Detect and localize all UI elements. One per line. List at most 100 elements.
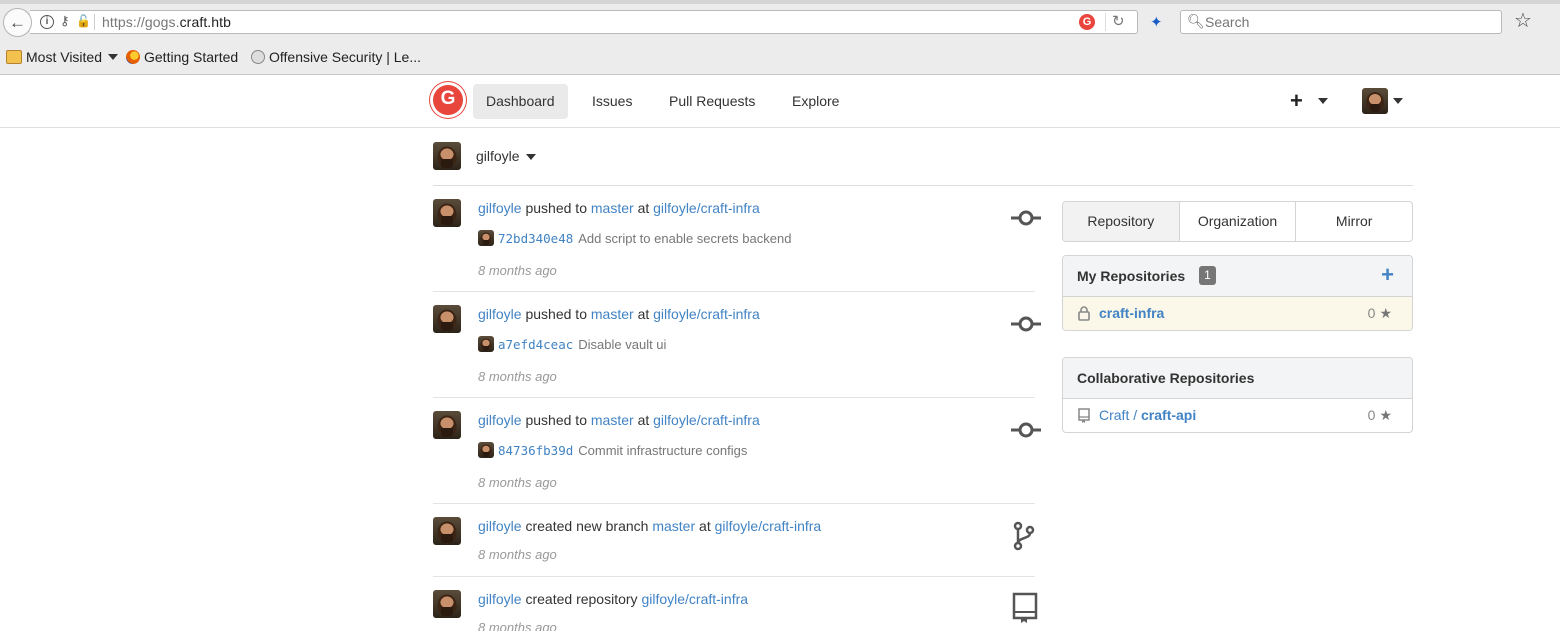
repo-row[interactable]: Craft / craft-api 0 ★ <box>1063 399 1412 432</box>
at-text: at <box>637 306 650 322</box>
top-navigation: Dashboard Issues Pull Requests Explore + <box>0 75 1560 128</box>
feed-item: gilfoyle created new branch master at gi… <box>433 517 1035 577</box>
tab-repository[interactable]: Repository <box>1063 202 1180 241</box>
commit-message: Disable vault ui <box>578 336 667 352</box>
user-link[interactable]: gilfoyle <box>478 412 522 428</box>
create-new-icon[interactable]: + <box>1290 89 1303 113</box>
feed-avatar[interactable] <box>433 199 461 227</box>
repo-link[interactable]: gilfoyle/craft-infra <box>653 306 760 322</box>
back-button[interactable]: ← <box>3 8 32 37</box>
gogs-logo[interactable] <box>433 85 463 115</box>
nav-explore[interactable]: Explore <box>779 84 852 119</box>
repo-stars: 0 ★ <box>1368 305 1392 322</box>
panel-title: My Repositories <box>1077 268 1186 284</box>
commit-line: 84736fb39d Commit infrastructure configs <box>478 442 747 458</box>
bookmarks-toolbar: Most Visited Getting Started Offensive S… <box>0 46 1560 70</box>
bookmark-label: Getting Started <box>144 49 239 65</box>
branch-link[interactable]: master <box>591 200 634 216</box>
timestamp: 8 months ago <box>478 547 557 562</box>
repo-icon <box>1078 408 1090 423</box>
at-text: at <box>637 412 650 428</box>
divider <box>433 291 1035 292</box>
star-icon: ★ <box>1379 407 1392 423</box>
browser-search-bar[interactable]: 🔍︎ Search <box>1180 10 1502 34</box>
tab-organization[interactable]: Organization <box>1180 202 1297 241</box>
repo-link[interactable]: gilfoyle/craft-infra <box>715 518 822 534</box>
commit-icon <box>1011 316 1041 332</box>
repo-link[interactable]: gilfoyle/craft-infra <box>653 412 760 428</box>
browser-chrome: i ⚷ 🔓 https://gogs.craft.htb G ↻ ← ✦ 🔍︎ … <box>0 0 1560 75</box>
bookmark-getting-started[interactable]: Getting Started <box>126 49 238 65</box>
chevron-down-icon[interactable] <box>526 154 536 160</box>
bookmark-most-visited[interactable]: Most Visited <box>6 49 118 65</box>
bookmark-offensive-security[interactable]: Offensive Security | Le... <box>251 49 421 65</box>
user-avatar[interactable] <box>1362 88 1388 114</box>
commit-message: Add script to enable secrets backend <box>578 230 792 246</box>
insecure-lock-icon[interactable]: 🔓 <box>76 14 91 28</box>
chevron-down-icon[interactable] <box>1393 98 1403 104</box>
nav-dashboard[interactable]: Dashboard <box>473 84 568 119</box>
book-icon <box>1012 592 1038 623</box>
extension-icon[interactable]: ✦ <box>1150 13 1163 31</box>
feed-avatar[interactable] <box>433 517 461 545</box>
commit-icon <box>1011 210 1041 226</box>
context-switcher-user[interactable]: gilfoyle <box>476 148 520 164</box>
key-icon[interactable]: ⚷ <box>60 13 70 29</box>
url-bar[interactable]: i ⚷ 🔓 https://gogs.craft.htb G ↻ <box>30 10 1138 34</box>
timestamp: 8 months ago <box>478 475 557 490</box>
commit-author-avatar <box>478 230 494 246</box>
branch-link[interactable]: master <box>591 412 634 428</box>
site-info-icon[interactable]: i <box>40 15 54 29</box>
url-divider <box>1105 13 1106 31</box>
branch-link[interactable]: master <box>591 306 634 322</box>
context-avatar[interactable] <box>433 142 461 170</box>
commit-icon <box>1011 422 1041 438</box>
nav-issues[interactable]: Issues <box>579 84 645 119</box>
repo-link[interactable]: gilfoyle/craft-infra <box>641 591 748 607</box>
action-text: pushed to <box>525 412 587 428</box>
tab-strip <box>0 0 1560 4</box>
url-text[interactable]: https://gogs.craft.htb <box>102 14 231 30</box>
divider <box>433 397 1035 398</box>
repo-row[interactable]: craft-infra 0 ★ <box>1063 297 1412 330</box>
feed-title: gilfoyle created repository gilfoyle/cra… <box>478 591 748 607</box>
repo-type-tabs: Repository Organization Mirror <box>1062 201 1413 242</box>
branch-link[interactable]: master <box>652 518 695 534</box>
bookmark-label: Most Visited <box>26 49 102 65</box>
repo-link[interactable]: craft-infra <box>1099 305 1164 321</box>
feed-avatar[interactable] <box>433 590 461 618</box>
feed-item: gilfoyle created repository gilfoyle/cra… <box>433 590 1038 631</box>
chevron-down-icon[interactable] <box>1318 98 1328 104</box>
feed-title: gilfoyle pushed to master at gilfoyle/cr… <box>478 412 760 428</box>
nav-pull-requests[interactable]: Pull Requests <box>656 84 768 119</box>
user-link[interactable]: gilfoyle <box>478 518 522 534</box>
repo-count-badge: 1 <box>1199 266 1216 285</box>
repo-link[interactable]: gilfoyle/craft-infra <box>653 200 760 216</box>
feed-avatar[interactable] <box>433 411 461 439</box>
bookmark-star-icon[interactable]: ☆ <box>1514 10 1532 32</box>
action-text: pushed to <box>525 200 587 216</box>
commit-sha-link[interactable]: 84736fb39d <box>498 443 573 458</box>
user-link[interactable]: gilfoyle <box>478 591 522 607</box>
search-icon: 🔍︎ <box>1187 13 1205 29</box>
user-link[interactable]: gilfoyle <box>478 200 522 216</box>
reload-icon[interactable]: ↻ <box>1112 12 1125 30</box>
feed-avatar[interactable] <box>433 305 461 333</box>
url-separator <box>94 14 95 30</box>
divider <box>433 576 1035 577</box>
commit-sha-link[interactable]: 72bd340e48 <box>498 231 573 246</box>
add-repo-icon[interactable]: + <box>1381 264 1394 286</box>
repo-name: craft-api <box>1141 407 1197 423</box>
panel-title: Collaborative Repositories <box>1077 370 1255 386</box>
folder-icon <box>6 50 22 64</box>
divider <box>433 503 1035 504</box>
url-prefix: https://gogs. <box>102 14 180 30</box>
firefox-icon <box>126 50 140 64</box>
grammarly-icon[interactable]: G <box>1079 14 1095 30</box>
star-count: 0 <box>1367 305 1376 321</box>
commit-sha-link[interactable]: a7efd4ceac <box>498 337 573 352</box>
tab-mirror[interactable]: Mirror <box>1296 202 1412 241</box>
user-link[interactable]: gilfoyle <box>478 306 522 322</box>
branch-icon <box>1013 521 1035 551</box>
repo-link[interactable]: Craft / craft-api <box>1099 407 1196 423</box>
